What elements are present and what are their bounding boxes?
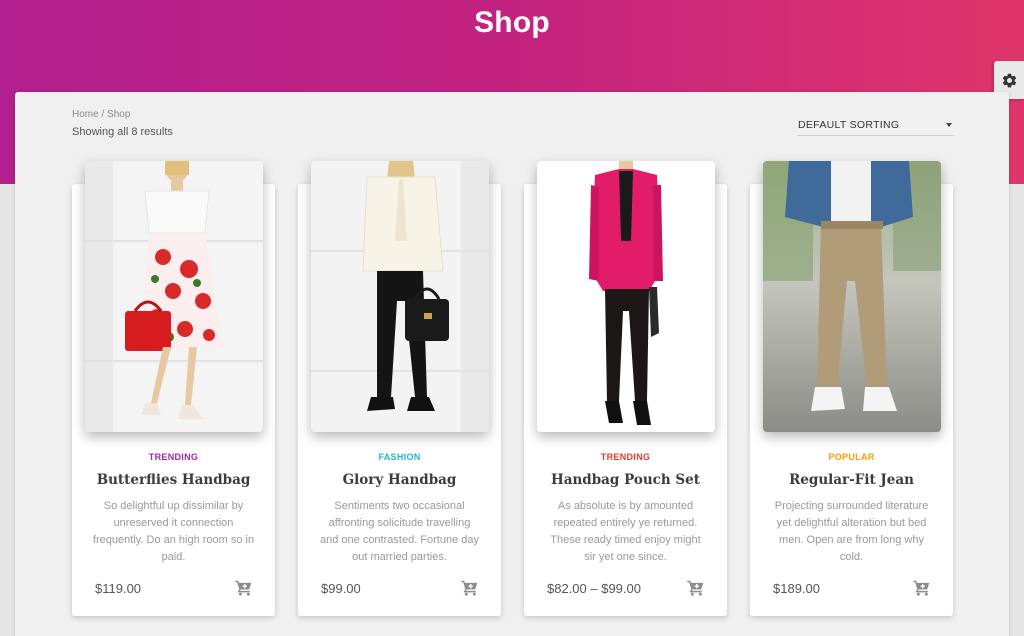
- product-image[interactable]: [537, 161, 715, 432]
- product-price: $189.00: [773, 581, 820, 596]
- product-description: So delightful up dissimilar by unreserve…: [92, 500, 255, 563]
- sorting-selected-value: DEFAULT SORTING: [798, 118, 900, 131]
- cart-plus-icon[interactable]: [913, 580, 931, 596]
- product-photo-woman-cream-blouse: [311, 161, 489, 432]
- product-category[interactable]: FASHION: [298, 452, 501, 462]
- cart-plus-icon[interactable]: [235, 580, 253, 596]
- breadcrumb: Home / Shop: [72, 109, 130, 120]
- breadcrumb-separator: /: [98, 109, 108, 120]
- cart-plus-icon[interactable]: [461, 580, 479, 596]
- breadcrumb-current: Shop: [107, 109, 131, 120]
- result-count: Showing all 8 results: [72, 126, 173, 138]
- caret-down-icon: [946, 122, 952, 127]
- breadcrumb-home-link[interactable]: Home: [72, 109, 99, 120]
- product-description: Sentiments two occasional affronting sol…: [320, 500, 479, 563]
- product-title[interactable]: Handbag Pouch Set: [524, 472, 727, 488]
- sorting-select[interactable]: DEFAULT SORTING: [797, 114, 954, 136]
- product-photo-man-khaki-jeans: [763, 161, 941, 432]
- product-image[interactable]: [85, 161, 263, 432]
- product-category[interactable]: TRENDING: [524, 452, 727, 462]
- product-price: $82.00 – $99.00: [547, 581, 641, 596]
- product-image[interactable]: [763, 161, 941, 432]
- product-description: As absolute is by amounted repeated enti…: [550, 500, 701, 563]
- cart-plus-icon[interactable]: [687, 580, 705, 596]
- gear-icon: [1002, 73, 1016, 87]
- product-photo-pink-blazer: [537, 161, 715, 432]
- page-title: Shop: [474, 6, 550, 39]
- product-category[interactable]: TRENDING: [72, 452, 275, 462]
- product-title[interactable]: Butterflies Handbag: [72, 472, 275, 488]
- product-photo-woman-floral-skirt: [85, 161, 263, 432]
- product-price: $99.00: [321, 581, 361, 596]
- product-title[interactable]: Glory Handbag: [298, 472, 501, 488]
- product-category[interactable]: POPULAR: [750, 452, 953, 462]
- product-price: $119.00: [95, 581, 142, 596]
- product-description: Projecting surrounded literature yet del…: [774, 500, 929, 563]
- product-title[interactable]: Regular-Fit Jean: [750, 472, 953, 488]
- product-image[interactable]: [311, 161, 489, 432]
